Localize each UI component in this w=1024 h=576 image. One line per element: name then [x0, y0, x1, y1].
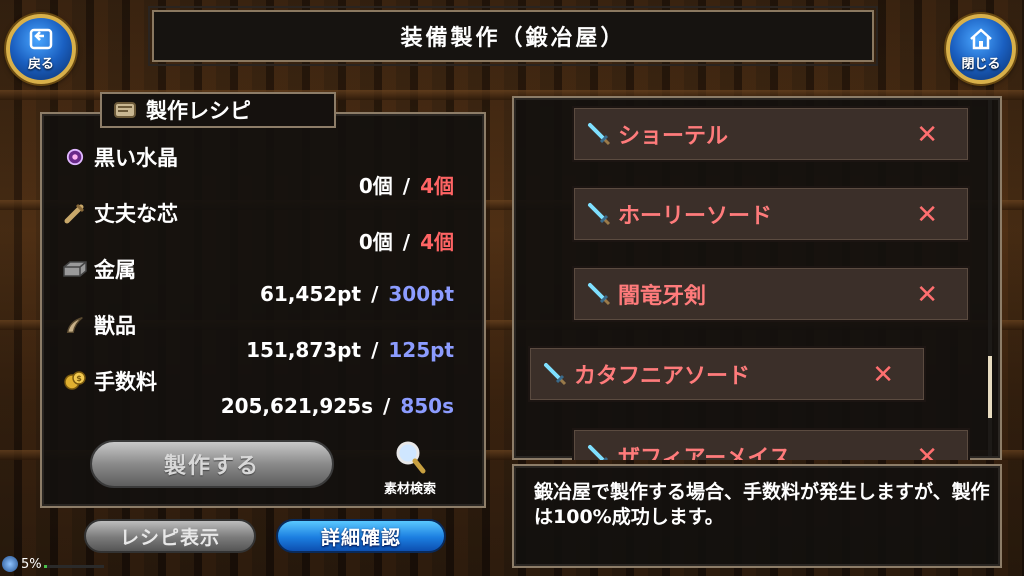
equipment-item[interactable]: 闇竜牙剣 ✕ — [572, 266, 970, 322]
material-name: 獣品 — [94, 314, 136, 338]
close-label: 閉じる — [961, 56, 1001, 72]
material-required: 300pt — [388, 282, 454, 306]
material-row: $ 手数料 205,621,925s / 850s — [62, 366, 454, 422]
material-name: 金属 — [94, 258, 136, 282]
material-name: 手数料 — [94, 370, 157, 394]
material-owned: 61,452pt — [260, 282, 362, 306]
equipment-name: ザフィアーメイス — [618, 446, 791, 460]
qty-separator: / — [371, 338, 379, 362]
material-name: 黒い水晶 — [94, 146, 178, 170]
battery-percent: 5% — [21, 556, 42, 572]
equipment-item[interactable]: ショーテル ✕ — [572, 106, 970, 162]
sword-icon — [588, 445, 609, 460]
material-row: 黒い水晶 0個 / 4個 — [62, 142, 454, 198]
equipment-name: 闇竜牙剣 — [618, 284, 707, 309]
remove-x-icon[interactable]: ✕ — [916, 120, 938, 150]
back-button[interactable]: 戻る — [6, 14, 76, 84]
battery-icon — [2, 556, 18, 572]
equipment-name: ショーテル — [618, 124, 729, 149]
material-required: 4個 — [420, 174, 454, 198]
svg-text:$: $ — [76, 374, 82, 383]
qty-separator: / — [402, 230, 411, 254]
home-icon — [970, 27, 992, 49]
material-search-button[interactable]: 素材検索 — [370, 440, 450, 497]
recipe-view-button[interactable]: レシピ表示 — [84, 519, 256, 553]
material-owned: 0個 — [358, 174, 393, 198]
material-name: 丈夫な芯 — [94, 202, 178, 226]
detail-check-button[interactable]: 詳細確認 — [276, 519, 446, 553]
remove-x-icon[interactable]: ✕ — [916, 200, 938, 230]
claw-icon — [62, 312, 88, 338]
recipe-header: 製作レシピ — [100, 92, 336, 128]
battery-bar — [44, 565, 104, 568]
coins-icon: $ — [62, 368, 88, 394]
material-required: 850s — [400, 394, 454, 418]
remove-x-icon[interactable]: ✕ — [916, 442, 938, 460]
magnifier-icon — [396, 441, 426, 474]
material-required: 4個 — [420, 230, 454, 254]
back-arrow-icon — [29, 28, 53, 49]
equipment-name: カタフニアソード — [574, 364, 751, 389]
core-icon — [62, 200, 88, 226]
material-owned: 0個 — [358, 230, 393, 254]
sword-icon — [544, 363, 567, 386]
material-row: 丈夫な芯 0個 / 4個 — [62, 198, 454, 254]
scrollbar-thumb[interactable] — [988, 356, 992, 418]
equipment-item-selected[interactable]: カタフニアソード ✕ — [528, 346, 926, 402]
sword-icon — [588, 123, 611, 146]
remove-x-icon[interactable]: ✕ — [872, 360, 894, 390]
equipment-item[interactable]: ホーリーソード ✕ — [572, 186, 970, 242]
sword-icon — [588, 203, 611, 226]
material-owned: 205,621,925s — [220, 394, 374, 418]
craft-button[interactable]: 製作する — [90, 440, 334, 488]
material-owned: 151,873pt — [246, 338, 362, 362]
page-title: 装備製作（鍛冶屋） — [400, 26, 626, 51]
recipe-title: 製作レシピ — [146, 99, 251, 123]
qty-separator: / — [402, 174, 411, 198]
equipment-item[interactable]: ザフィアーメイス ✕ — [572, 428, 970, 460]
equipment-item-clip: ザフィアーメイス ✕ — [512, 424, 1002, 460]
equipment-name: ホーリーソード — [618, 204, 773, 229]
sword-icon — [588, 283, 611, 306]
recipe-scroll-icon — [114, 102, 136, 118]
qty-separator: / — [371, 282, 379, 306]
remove-x-icon[interactable]: ✕ — [916, 280, 938, 310]
purple-gem-icon — [62, 144, 88, 170]
material-required: 125pt — [388, 338, 454, 362]
info-message: 鍛冶屋で製作する場合、手数料が発生しますが、製作は100%成功します。 — [534, 481, 990, 528]
back-label: 戻る — [27, 56, 54, 72]
material-search-label: 素材検索 — [383, 482, 436, 497]
battery-bar-fill — [44, 565, 47, 568]
material-row: 金属 61,452pt / 300pt — [62, 254, 454, 310]
metal-icon — [62, 256, 88, 282]
close-button[interactable]: 閉じる — [946, 14, 1016, 84]
material-row: 獣品 151,873pt / 125pt — [62, 310, 454, 366]
battery-status: 5% — [2, 556, 104, 572]
page-title-bar: 装備製作（鍛冶屋） — [148, 6, 878, 66]
qty-separator: / — [383, 394, 391, 418]
